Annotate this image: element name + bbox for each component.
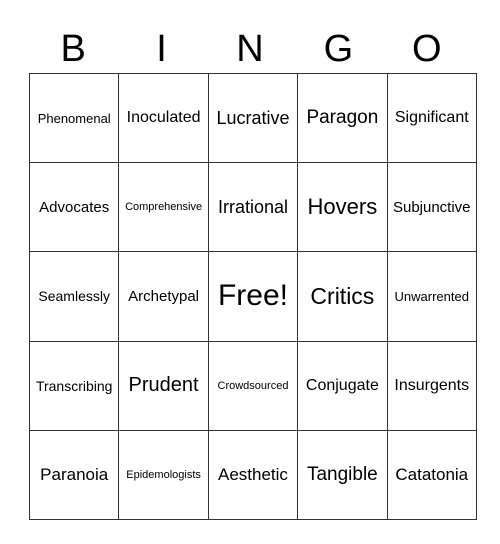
bingo-cell[interactable]: Comprehensive <box>118 162 209 253</box>
bingo-cell[interactable]: Transcribing <box>28 340 120 431</box>
header-letter-b: B <box>60 28 86 70</box>
header-letter-i: I <box>156 28 167 70</box>
free-space-cell[interactable]: Free! <box>207 251 299 342</box>
board-row: Paranoia Epidemologists Aesthetic Tangib… <box>28 429 477 520</box>
bingo-cell[interactable]: Insurgents <box>386 340 477 431</box>
board-row: Advocates Comprehensive Irrational Hover… <box>28 162 477 253</box>
bingo-cell[interactable]: Epidemologists <box>118 429 209 520</box>
bingo-cell[interactable]: Inoculated <box>118 72 209 164</box>
bingo-cell[interactable]: Catatonia <box>386 429 477 520</box>
bingo-cell[interactable]: Unwarrented <box>386 251 477 342</box>
bingo-cell[interactable]: Advocates <box>28 162 120 253</box>
header-letter-n: N <box>236 28 264 70</box>
bingo-board: Phenomenal Inoculated Lucrative Paragon … <box>28 72 477 520</box>
bingo-cell[interactable]: Paranoia <box>28 429 120 520</box>
bingo-cell[interactable]: Paragon <box>297 72 388 164</box>
bingo-cell[interactable]: Subjunctive <box>386 162 477 253</box>
bingo-cell[interactable]: Phenomenal <box>28 72 120 164</box>
board-row: Phenomenal Inoculated Lucrative Paragon … <box>28 72 477 164</box>
bingo-cell[interactable]: Seamlessly <box>28 251 120 342</box>
bingo-cell[interactable]: Crowdsourced <box>207 340 299 431</box>
header-letter-g: G <box>323 28 354 70</box>
bingo-cell[interactable]: Tangible <box>297 429 388 520</box>
bingo-cell[interactable]: Critics <box>297 251 388 342</box>
bingo-cell[interactable]: Conjugate <box>297 340 388 431</box>
bingo-cell[interactable]: Significant <box>386 72 477 164</box>
bingo-cell[interactable]: Lucrative <box>207 72 299 164</box>
board-row: Transcribing Prudent Crowdsourced Conjug… <box>28 340 477 431</box>
bingo-cell[interactable]: Prudent <box>118 340 209 431</box>
bingo-cell[interactable]: Archetypal <box>118 251 209 342</box>
bingo-header: B I N G O <box>29 26 471 72</box>
board-row: Seamlessly Archetypal Free! Critics Unwa… <box>28 251 477 342</box>
header-letter-o: O <box>411 28 442 70</box>
bingo-cell[interactable]: Hovers <box>297 162 388 253</box>
bingo-cell[interactable]: Irrational <box>207 162 299 253</box>
bingo-cell[interactable]: Aesthetic <box>207 429 299 520</box>
